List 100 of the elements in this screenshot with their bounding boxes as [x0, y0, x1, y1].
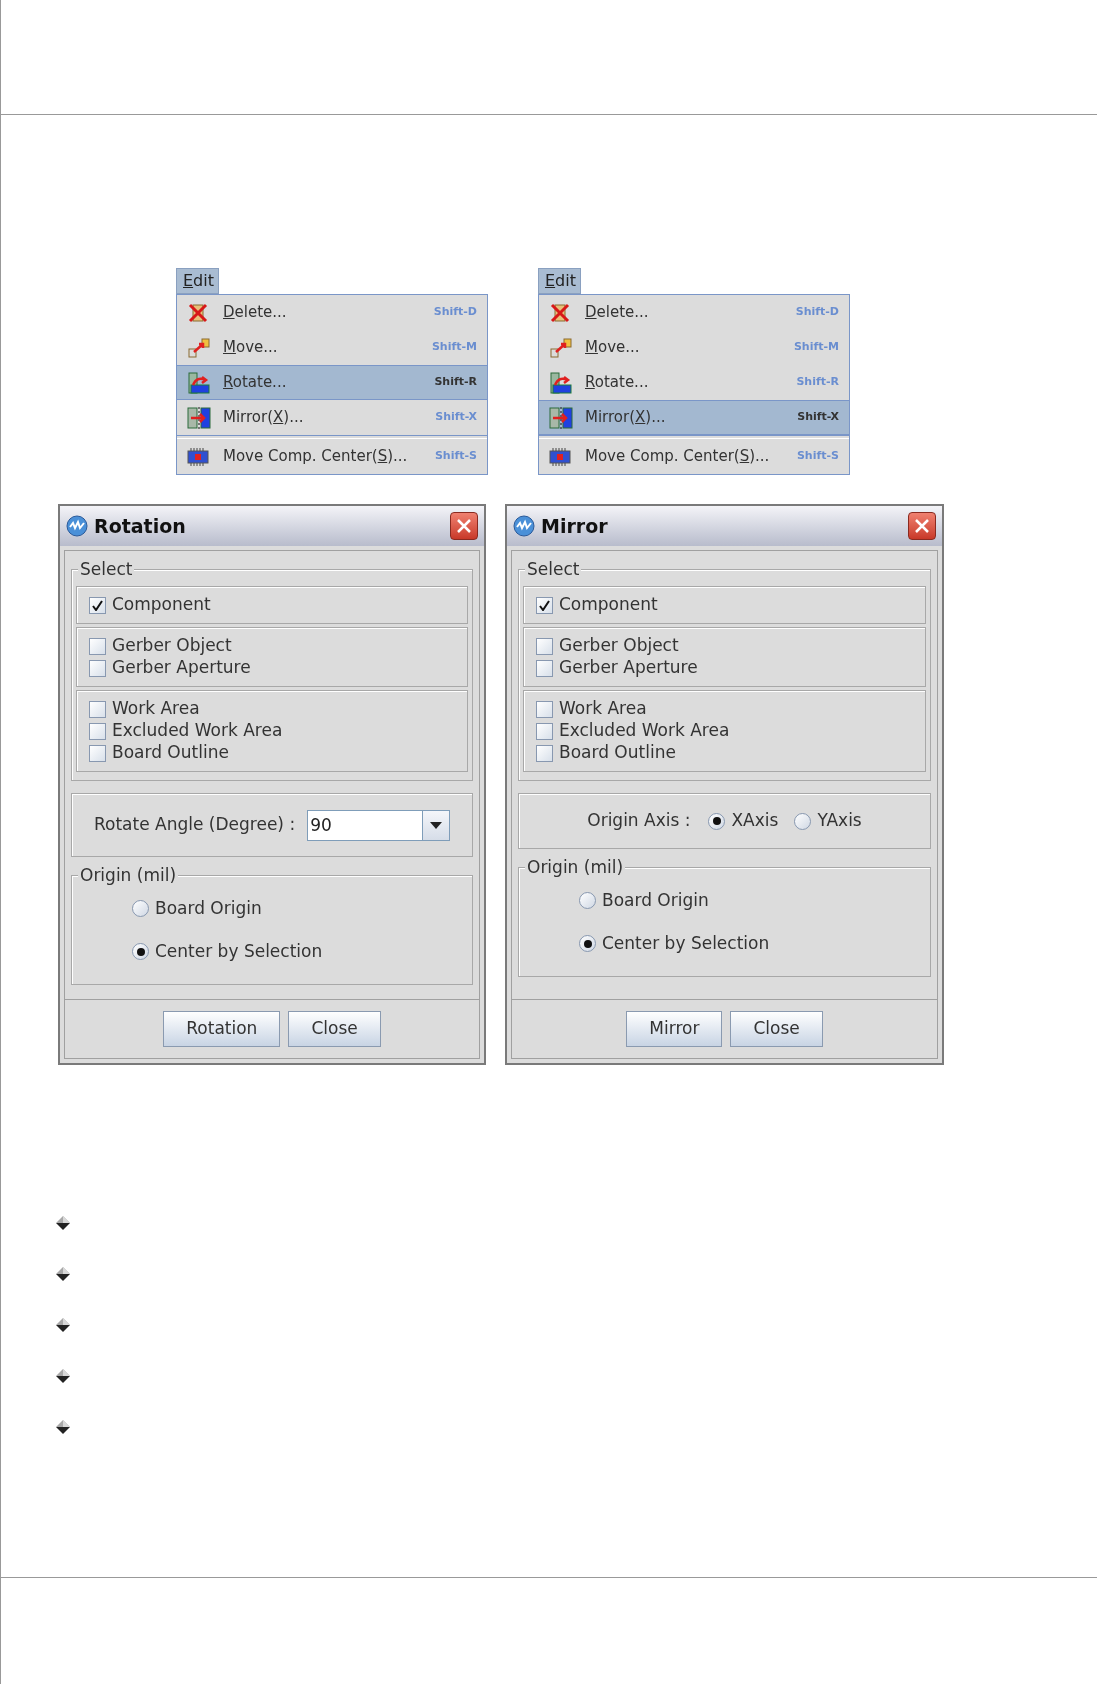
move-icon: [549, 336, 573, 359]
angle-label: Rotate Angle (Degree) :: [94, 813, 296, 837]
checkbox[interactable]: [536, 722, 553, 740]
shortcut-label: Shift-D: [433, 304, 477, 321]
bullet-icon: [55, 1317, 71, 1333]
menu-item[interactable]: Mirror(X)... Shift-X: [177, 400, 487, 435]
menu-item-label: Move...: [585, 337, 641, 359]
checkbox[interactable]: [89, 596, 106, 614]
checkbox-label: Gerber Aperture: [112, 656, 251, 680]
close-button[interactable]: [908, 512, 936, 540]
bullet-icon: [55, 1215, 71, 1231]
menu-item[interactable]: Move Comp. Center(S)... Shift-S: [177, 439, 487, 474]
shortcut-label: Shift-D: [795, 304, 839, 321]
menu-item[interactable]: Delete... Shift-D: [177, 295, 487, 330]
checkbox-label: Gerber Aperture: [559, 656, 698, 680]
mirror-icon: [187, 405, 211, 430]
menu-item[interactable]: Mirror(X)... Shift-X: [539, 400, 849, 435]
checkbox-label: Excluded Work Area: [559, 719, 730, 743]
shortcut-label: Shift-R: [796, 374, 839, 391]
checkbox[interactable]: [89, 700, 106, 718]
checkbox[interactable]: [89, 637, 106, 655]
shortcut-label: Shift-M: [431, 339, 477, 356]
radio-label: XAxis: [731, 809, 779, 833]
menu-item-label: Rotate...: [585, 372, 650, 394]
checkbox[interactable]: [536, 637, 553, 655]
shortcut-label: Shift-S: [796, 448, 839, 465]
bullet-icon: [55, 1266, 71, 1282]
close-icon: [456, 518, 472, 534]
checkbox-label: Work Area: [112, 697, 200, 721]
checkbox-label: Excluded Work Area: [112, 719, 283, 743]
menu-item-label: Delete...: [223, 302, 288, 324]
radio-label: YAxis: [817, 809, 862, 833]
app-icon: [66, 515, 88, 537]
shortcut-label: Shift-X: [797, 409, 839, 426]
checkbox-label: Gerber Object: [112, 634, 232, 658]
menu-item-label: Mirror(X)...: [223, 407, 305, 429]
dropdown-arrow-icon: [430, 821, 443, 829]
radio-button[interactable]: [579, 935, 596, 953]
menu-item[interactable]: Rotate... Shift-R: [177, 365, 487, 400]
dialog-button[interactable]: Mirror: [626, 1011, 723, 1047]
menu-item-label: Rotate...: [223, 372, 288, 394]
app-icon: [513, 515, 535, 537]
checkbox[interactable]: [89, 722, 106, 740]
dialog-button[interactable]: Rotation: [163, 1011, 281, 1047]
menu-item[interactable]: Delete... Shift-D: [539, 295, 849, 330]
dialog-button[interactable]: Close: [730, 1011, 823, 1047]
rotate-icon: [187, 370, 211, 395]
checkbox[interactable]: [536, 596, 553, 614]
window-title: Mirror: [541, 513, 609, 539]
checkbox[interactable]: [536, 659, 553, 677]
radio-button[interactable]: [794, 812, 812, 830]
menu-item-label: Move Comp. Center(S)...: [223, 446, 409, 468]
menu-item[interactable]: Move... Shift-M: [539, 330, 849, 365]
checkbox-label: Component: [112, 593, 211, 617]
checkbox-label: Gerber Object: [559, 634, 679, 658]
move-icon: [187, 336, 211, 359]
menu-item-label: Move...: [223, 337, 279, 359]
menu-item-label: Mirror(X)...: [585, 407, 667, 429]
checkbox-label: Component: [559, 593, 658, 617]
menu-item[interactable]: Move Comp. Center(S)... Shift-S: [539, 439, 849, 474]
checkbox-label: Board Outline: [559, 741, 676, 765]
menu-title[interactable]: Edit: [538, 268, 581, 294]
close-button[interactable]: [450, 512, 478, 540]
checkbox[interactable]: [89, 744, 106, 762]
delete-icon: [187, 301, 209, 324]
window-title: Rotation: [94, 513, 187, 539]
bullet-icon: [55, 1368, 71, 1384]
shortcut-label: Shift-X: [435, 409, 477, 426]
radio-label: Center by Selection: [155, 940, 323, 963]
menu-title[interactable]: Edit: [176, 268, 219, 294]
shortcut-label: Shift-M: [793, 339, 839, 356]
chip-icon: [187, 445, 209, 468]
checkbox-label: Board Outline: [112, 741, 229, 765]
radio-button[interactable]: [132, 899, 149, 917]
delete-icon: [549, 301, 571, 324]
radio-label: Board Origin: [602, 888, 709, 912]
axis-label: Origin Axis :: [587, 809, 691, 833]
checkbox[interactable]: [89, 659, 106, 677]
mirror-icon: [549, 405, 573, 430]
dialog-button[interactable]: Close: [288, 1011, 381, 1047]
check-icon: [92, 599, 103, 611]
radio-label: Center by Selection: [602, 932, 770, 955]
shortcut-label: Shift-S: [434, 448, 477, 465]
bullet-icon: [55, 1419, 71, 1435]
group-label: Origin (mil): [78, 864, 179, 886]
radio-button[interactable]: [708, 812, 726, 830]
radio-label: Board Origin: [155, 896, 262, 920]
menu-item[interactable]: Rotate... Shift-R: [539, 365, 849, 400]
angle-combo[interactable]: 90: [307, 809, 451, 841]
close-icon: [914, 518, 930, 534]
radio-button[interactable]: [132, 943, 149, 961]
radio-button[interactable]: [579, 891, 596, 909]
shortcut-label: Shift-R: [434, 374, 477, 391]
menu-item-label: Delete...: [585, 302, 650, 324]
checkbox[interactable]: [536, 700, 553, 718]
menu-item[interactable]: Move... Shift-M: [177, 330, 487, 365]
checkbox[interactable]: [536, 744, 553, 762]
chip-icon: [549, 445, 571, 468]
checkbox-label: Work Area: [559, 697, 647, 721]
menu-item-label: Move Comp. Center(S)...: [585, 446, 771, 468]
